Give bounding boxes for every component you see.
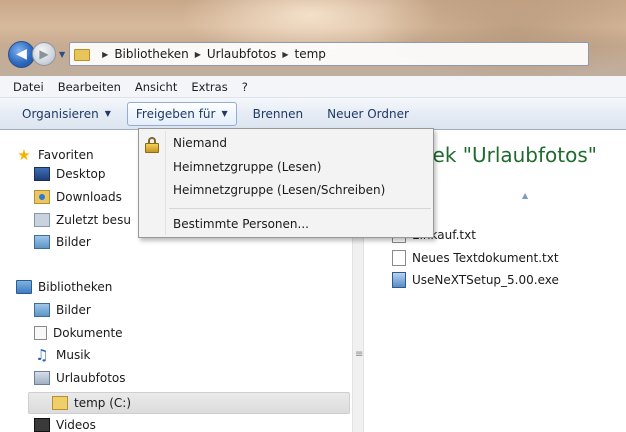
share-menu-item-homegroup-read[interactable]: Heimnetzgruppe (Lesen) [173, 156, 321, 178]
forward-arrow-icon: ▶ [39, 47, 49, 61]
nav-desktop[interactable]: Desktop [34, 164, 106, 184]
menu-separator [169, 208, 431, 209]
share-menu-item-nobody[interactable]: Niemand [173, 132, 227, 154]
nav-temp-folder[interactable]: temp (C:) [52, 393, 131, 413]
nav-library-pictures[interactable]: Bilder [34, 300, 91, 320]
breadcrumb-separator-icon[interactable]: ▶ [195, 50, 201, 59]
file-name: Neues Textdokument.txt [412, 251, 559, 265]
music-icon: ♫ [35, 346, 49, 364]
pictures-icon [34, 303, 50, 317]
recent-pages-dropdown[interactable]: ▼ [59, 50, 65, 59]
nav-downloads-label: Downloads [56, 190, 122, 204]
star-icon: ★ [17, 146, 31, 164]
file-item[interactable]: UseNeXTSetup_5.00.exe [392, 270, 559, 290]
video-icon [34, 418, 50, 432]
splitter-grip-icon: ≡ [355, 349, 364, 360]
document-icon [34, 326, 47, 340]
share-with-button[interactable]: Freigeben für ▼ [126, 101, 237, 126]
breadcrumb-temp[interactable]: temp [295, 47, 326, 61]
menu-ansicht[interactable]: Ansicht [128, 80, 184, 94]
lock-icon [145, 137, 159, 153]
nav-libraries-label: Bibliotheken [38, 280, 113, 294]
burn-button[interactable]: Brennen [245, 102, 311, 126]
menu-extras[interactable]: Extras [184, 80, 234, 94]
back-arrow-icon: ◀ [16, 46, 27, 62]
share-with-menu: Niemand Heimnetzgruppe (Lesen) Heimnetzg… [138, 128, 434, 238]
nav-favorites-pictures[interactable]: Bilder [34, 232, 91, 252]
breadcrumb-separator-icon[interactable]: ▶ [102, 50, 108, 59]
chevron-down-icon: ▼ [104, 109, 111, 118]
address-bar[interactable]: ▶ Bibliotheken ▶ Urlaubfotos ▶ temp [69, 42, 590, 66]
folder-icon [52, 396, 68, 410]
nav-temp-folder-label: temp (C:) [74, 396, 131, 410]
menu-bearbeiten[interactable]: Bearbeiten [51, 80, 128, 94]
nav-library-documents-label: Dokumente [53, 326, 123, 340]
nav-downloads[interactable]: Downloads [34, 187, 122, 207]
forward-button[interactable]: ▶ [32, 42, 56, 66]
share-menu-item-homegroup-readwrite[interactable]: Heimnetzgruppe (Lesen/Schreiben) [173, 179, 385, 201]
library-title: thek "Urlaubfotos" [412, 143, 597, 167]
organize-button[interactable]: Organisieren ▼ [14, 102, 119, 126]
text-file-icon [392, 250, 406, 266]
organize-label: Organisieren [22, 106, 99, 121]
library-icon [16, 280, 32, 294]
new-folder-button[interactable]: Neuer Ordner [319, 102, 417, 126]
file-item[interactable]: Neues Textdokument.txt [392, 248, 559, 268]
nav-library-urlaubfotos[interactable]: Urlaubfotos [34, 368, 126, 388]
menu-datei[interactable]: Datei [6, 80, 51, 94]
nav-desktop-label: Desktop [56, 167, 106, 181]
file-name: UseNeXTSetup_5.00.exe [412, 273, 559, 287]
recent-places-icon [34, 213, 50, 227]
burn-label: Brennen [252, 106, 304, 121]
nav-library-videos[interactable]: Videos [34, 415, 96, 432]
nav-recent[interactable]: Zuletzt besu [34, 210, 131, 230]
nav-recent-label: Zuletzt besu [56, 213, 131, 227]
nav-favorites-label: Favoriten [38, 148, 94, 162]
sort-arrow-icon: ▲ [522, 191, 529, 200]
nav-library-music-label: Musik [56, 348, 91, 362]
nav-library-music[interactable]: ♫ Musik [34, 345, 91, 365]
back-button[interactable]: ◀ [8, 40, 35, 68]
share-with-label: Freigeben für [135, 106, 216, 121]
breadcrumb-separator-icon[interactable]: ▶ [282, 50, 288, 59]
menu-bar: Datei Bearbeiten Ansicht Extras ? [0, 76, 626, 98]
share-menu-item-specific-people[interactable]: Bestimmte Personen... [173, 213, 309, 235]
nav-library-documents[interactable]: Dokumente [34, 323, 123, 343]
pictures-icon [34, 235, 50, 249]
desktop-icon [34, 167, 50, 181]
nav-library-urlaubfotos-label: Urlaubfotos [56, 371, 126, 385]
navigation-row: ◀ ▶ ▼ ▶ Bibliotheken ▶ Urlaubfotos ▶ tem… [8, 40, 590, 68]
menu-icon-gutter [165, 131, 166, 235]
new-folder-label: Neuer Ordner [327, 106, 409, 121]
menu-help[interactable]: ? [235, 80, 255, 94]
window-title-area: ◀ ▶ ▼ ▶ Bibliotheken ▶ Urlaubfotos ▶ tem… [0, 0, 626, 76]
breadcrumb-urlaubfotos[interactable]: Urlaubfotos [207, 47, 277, 61]
nav-library-videos-label: Videos [56, 418, 96, 432]
chevron-down-icon: ▼ [221, 109, 228, 118]
nav-libraries[interactable]: Bibliotheken [16, 277, 112, 297]
breadcrumb-bibliotheken[interactable]: Bibliotheken [114, 47, 188, 61]
setup-exe-icon [392, 272, 406, 288]
nav-favorites[interactable]: ★ Favoriten [16, 145, 94, 165]
nav-library-pictures-label: Bilder [56, 303, 91, 317]
command-bar: Organisieren ▼ Freigeben für ▼ Brennen N… [0, 98, 626, 130]
folder-icon [74, 49, 91, 61]
nav-favorites-pictures-label: Bilder [56, 235, 91, 249]
downloads-folder-icon [34, 190, 50, 204]
library-icon [34, 371, 50, 385]
